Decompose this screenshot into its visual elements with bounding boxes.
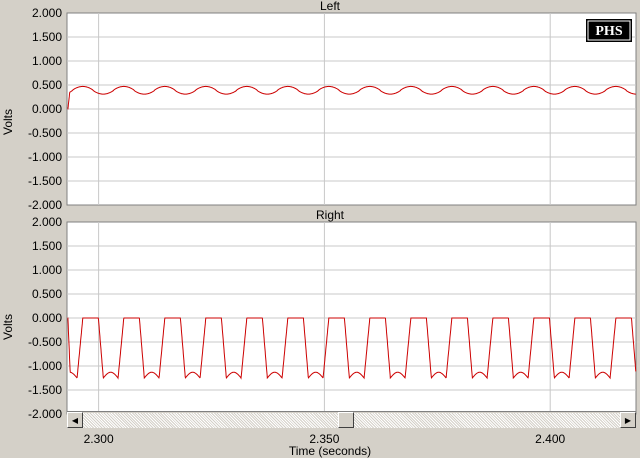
oscilloscope-display: Left 2.000 1.500 1.000 0.500 0.000 -0.500 -1.0…	[1, 0, 637, 458]
left-y-tick-labels: 2.000 1.500 1.000 0.500 0.000 -0.500 -1.000 -1.…	[28, 6, 62, 212]
right-y-tick-label: 2.000	[32, 215, 62, 229]
left-y-tick-label: -0.500	[28, 126, 62, 140]
scroll-right-button[interactable]: ▶	[620, 412, 636, 428]
right-y-tick-label: 0.000	[32, 311, 62, 325]
left-y-tick-label: 0.500	[32, 78, 62, 92]
left-y-axis-label: Volts	[1, 109, 15, 135]
left-y-tick-label: 1.000	[32, 54, 62, 68]
left-y-tick-label: -1.000	[28, 150, 62, 164]
right-y-tick-labels: 2.000 1.500 1.000 0.500 0.000 -0.500 -1.000 -1.…	[28, 215, 62, 421]
right-y-tick-label: 1.500	[32, 239, 62, 253]
left-y-tick-label: 2.000	[32, 6, 62, 20]
arrow-left-icon: ◀	[71, 415, 79, 425]
x-axis-label: Time (seconds)	[289, 444, 371, 458]
left-y-tick-label: 0.000	[32, 102, 62, 116]
right-y-tick-label: 1.000	[32, 263, 62, 277]
right-y-tick-label: -1.000	[28, 359, 62, 373]
x-tick-label: 2.400	[535, 432, 565, 446]
right-y-tick-label: -1.500	[28, 383, 62, 397]
x-tick-label: 2.300	[84, 432, 114, 446]
time-scrollbar[interactable]: ◀ ▶	[67, 411, 636, 429]
right-y-axis-label: Volts	[1, 314, 15, 340]
phs-badge: PHS	[586, 19, 632, 42]
left-panel-title: Left	[320, 0, 341, 13]
left-y-tick-label: -2.000	[28, 198, 62, 212]
scroll-thumb[interactable]	[338, 412, 355, 428]
arrow-right-icon: ▶	[624, 415, 632, 425]
right-y-tick-label: -0.500	[28, 335, 62, 349]
phs-badge-text: PHS	[595, 24, 622, 39]
scroll-left-button[interactable]: ◀	[67, 412, 83, 428]
left-y-tick-label: 1.500	[32, 30, 62, 44]
right-y-tick-label: 0.500	[32, 287, 62, 301]
right-panel-title: Right	[316, 208, 345, 222]
right-y-tick-label: -2.000	[28, 407, 62, 421]
left-y-tick-label: -1.500	[28, 174, 62, 188]
